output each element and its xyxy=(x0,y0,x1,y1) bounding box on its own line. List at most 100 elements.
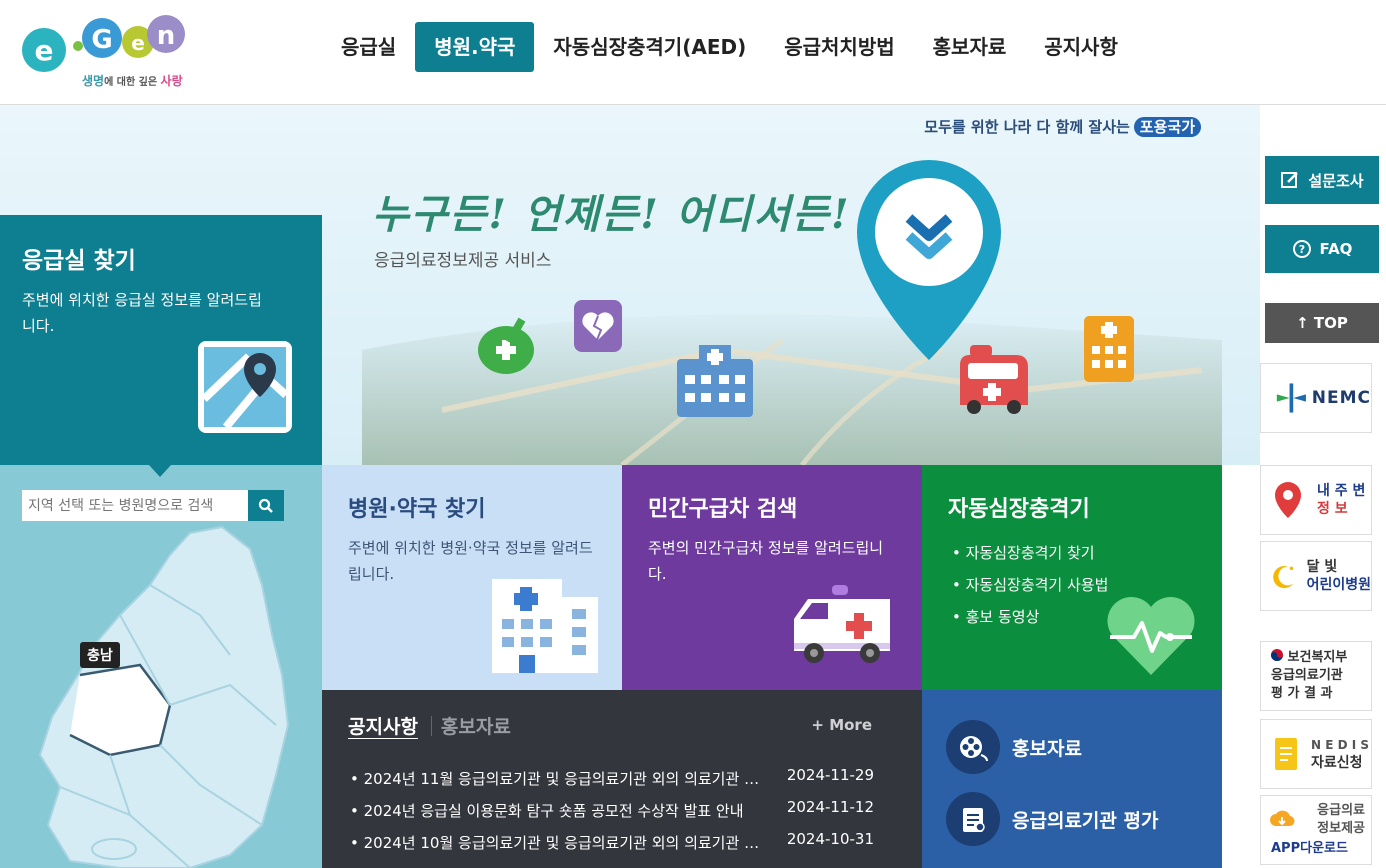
hero-title: 누구든! 언제든! 어디서든! xyxy=(372,191,851,238)
film-reel-icon xyxy=(946,720,1000,774)
main-nav: 응급실 병원.약국 자동심장충격기(AED) 응급처치방법 홍보자료 공지사항 xyxy=(322,22,1137,72)
moon-icon xyxy=(1273,565,1294,589)
aed-links: • 자동심장충격기 찾기 • 자동심장충격기 사용법 • 홍보 동영상 xyxy=(952,537,1108,633)
svg-text:e: e xyxy=(131,31,145,55)
logo-tagline-b: 에 대한 깊은 xyxy=(104,77,161,88)
nedis-request-link[interactable]: N E D I S 자료신청 xyxy=(1260,719,1372,789)
ambulance-tile-desc: 주변의 민간구급차 정보를 알려드립니다. xyxy=(648,539,884,583)
list-item[interactable]: • 2024년 10월 응급의료기관 및 응급의료기관 외의 의료기관 현황 2… xyxy=(350,828,880,860)
er-panel-arrow xyxy=(149,465,171,477)
slogan-text: 모두를 위한 나라 다 함께 잘사는 xyxy=(924,118,1130,136)
faq-button[interactable]: ? FAQ xyxy=(1265,225,1379,273)
svg-text:?: ? xyxy=(1298,243,1304,256)
hospital-pharmacy-tile[interactable]: 병원·약국 찾기 주변에 위치한 병원·약국 정보를 알려드립니다. xyxy=(322,465,622,690)
notice-date: 2024-10-31 xyxy=(786,830,874,848)
slogan-pill: 포용국가 xyxy=(1133,117,1201,137)
aed-tile: 자동심장충격기 • 자동심장충격기 찾기 • 자동심장충격기 사용법 • 홍보 … xyxy=(922,465,1222,690)
nearby-label-b: 정 보 xyxy=(1317,501,1348,517)
egen-logo[interactable]: e G e n 생명에 대한 깊은 사랑 xyxy=(20,12,190,92)
broken-heart-icon xyxy=(574,300,622,352)
ambulance-tile-title: 민간구급차 검색 xyxy=(648,497,798,522)
mohw-label-a: 보건복지부 xyxy=(1271,649,1363,667)
notice-list: • 2024년 11월 응급의료기관 및 응급의료기관 외의 의료기관 현황 2… xyxy=(350,764,880,860)
notice-more-link[interactable]: + More xyxy=(811,716,872,734)
heart-pulse-icon xyxy=(1107,597,1195,675)
edit-icon xyxy=(1280,170,1300,190)
region-search-input[interactable] xyxy=(22,490,248,521)
egen-logo-icon: e G e n xyxy=(22,15,185,72)
tab-notice[interactable]: 공지사항 xyxy=(348,712,418,739)
nemc-label: NEMC xyxy=(1311,388,1371,408)
hero-subtitle: 응급의료정보제공 서비스 xyxy=(374,251,552,271)
mohw-evaluation-link[interactable]: 보건복지부 응급의료기관 평 가 결 과 xyxy=(1260,641,1372,711)
aed-link-howto[interactable]: • 자동심장충격기 사용법 xyxy=(952,569,1108,601)
list-item[interactable]: • 2024년 응급실 이용문화 탐구 숏폼 공모전 수상작 발표 안내 202… xyxy=(350,796,880,828)
moonlight-clinic-link[interactable]: 달 빛 어린이병원 xyxy=(1260,541,1372,611)
app-label-b: 정보제공 xyxy=(1317,821,1365,836)
er-evaluation-link[interactable]: 응급의료기관 평가 xyxy=(946,792,1158,846)
notice-tabs: 공지사항 홍보자료 xyxy=(348,712,511,739)
slogan: 모두를 위한 나라 다 함께 잘사는 포용국가 xyxy=(924,116,1201,137)
document-icon xyxy=(1275,738,1297,770)
nav-item-hospital-pharmacy[interactable]: 병원.약국 xyxy=(415,22,535,72)
app-label-a: 응급의료 xyxy=(1317,803,1365,818)
mohw-label-a-text: 보건복지부 xyxy=(1287,650,1348,665)
top-button[interactable]: ↑ TOP xyxy=(1265,303,1379,343)
nav-item-promo[interactable]: 홍보자료 xyxy=(914,22,1026,72)
location-pin-icon xyxy=(1275,482,1301,518)
nearby-info-link[interactable]: 내 주 변 정 보 xyxy=(1260,465,1372,535)
promo-panel: 홍보자료 응급의료기관 평가 xyxy=(922,690,1222,868)
survey-label: 설문조사 xyxy=(1308,171,1364,190)
logo-tagline-c: 사랑 xyxy=(160,74,183,88)
aed-link-find[interactable]: • 자동심장충격기 찾기 xyxy=(952,537,1108,569)
list-item[interactable]: • 2024년 11월 응급의료기관 및 응급의료기관 외의 의료기관 현황 2… xyxy=(350,764,880,796)
ambulance-icon xyxy=(960,345,1028,414)
taegeuk-icon xyxy=(1271,649,1283,661)
building-icon xyxy=(1084,316,1134,382)
tab-divider xyxy=(430,715,432,736)
korea-map[interactable] xyxy=(0,525,322,868)
aed-tile-title[interactable]: 자동심장충격기 xyxy=(948,491,1090,523)
promo-materials-link[interactable]: 홍보자료 xyxy=(946,720,1082,774)
app-download-link[interactable]: 응급의료 정보제공 APP다운로드 xyxy=(1260,795,1372,865)
tab-promo[interactable]: 홍보자료 xyxy=(441,712,511,739)
hospital-tile-title: 병원·약국 찾기 xyxy=(348,497,486,522)
er-finder-panel[interactable]: 응급실 찾기 주변에 위치한 응급실 정보를 알려드립니다. xyxy=(0,215,322,465)
er-evaluation-label: 응급의료기관 평가 xyxy=(1012,809,1159,832)
nearby-label-a: 내 주 변 xyxy=(1317,483,1366,499)
logo-tagline: 생명에 대한 깊은 사랑 xyxy=(82,72,183,89)
mohw-label-b: 응급의료기관 xyxy=(1271,668,1343,683)
notice-title[interactable]: • 2024년 11월 응급의료기관 및 응급의료기관 외의 의료기관 현황 xyxy=(350,768,770,789)
nemc-link[interactable]: NEMC xyxy=(1260,363,1372,433)
logo-tagline-a: 생명 xyxy=(82,74,105,88)
notice-title[interactable]: • 2024년 10월 응급의료기관 및 응급의료기관 외의 의료기관 현황 xyxy=(350,832,770,853)
svg-text:n: n xyxy=(157,21,176,51)
mohw-label-c: 평 가 결 과 xyxy=(1271,686,1333,701)
moonlight-label-b: 어린이병원 xyxy=(1306,577,1371,593)
side-rail: 설문조사 ? FAQ ↑ TOP NEMC 내 주 변 정 보 달 빛 어린이병… xyxy=(1260,105,1386,868)
notice-title[interactable]: • 2024년 응급실 이용문화 탐구 숏폼 공모전 수상작 발표 안내 xyxy=(350,800,770,821)
nav-item-er[interactable]: 응급실 xyxy=(322,22,415,72)
private-ambulance-tile[interactable]: 민간구급차 검색 주변의 민간구급차 정보를 알려드립니다. xyxy=(622,465,922,690)
survey-button[interactable]: 설문조사 xyxy=(1265,156,1379,204)
svg-text:G: G xyxy=(91,25,112,55)
clipboard-icon xyxy=(946,792,1000,846)
region-search xyxy=(22,490,284,521)
hospital-icon xyxy=(492,579,598,673)
search-icon xyxy=(258,498,273,513)
cloud-download-icon xyxy=(1270,810,1295,827)
korea-map-panel: 충남 xyxy=(0,465,322,868)
svg-text:e: e xyxy=(35,34,54,67)
region-search-button[interactable] xyxy=(248,490,284,521)
help-icon: ? xyxy=(1292,239,1312,259)
app-label-c: APP다운로드 xyxy=(1271,841,1348,856)
map-pin-icon xyxy=(198,341,292,433)
aed-link-video[interactable]: • 홍보 동영상 xyxy=(952,601,1108,633)
nav-item-first-aid[interactable]: 응급처치방법 xyxy=(765,22,913,72)
nav-item-notice[interactable]: 공지사항 xyxy=(1025,22,1137,72)
nedis-label-a: N E D I S xyxy=(1311,738,1370,752)
er-finder-desc: 주변에 위치한 응급실 정보를 알려드립니다. xyxy=(22,291,262,335)
nedis-label-b: 자료신청 xyxy=(1311,755,1363,771)
er-finder-title: 응급실 찾기 xyxy=(22,248,136,274)
nav-item-aed[interactable]: 자동심장충격기(AED) xyxy=(534,22,765,72)
